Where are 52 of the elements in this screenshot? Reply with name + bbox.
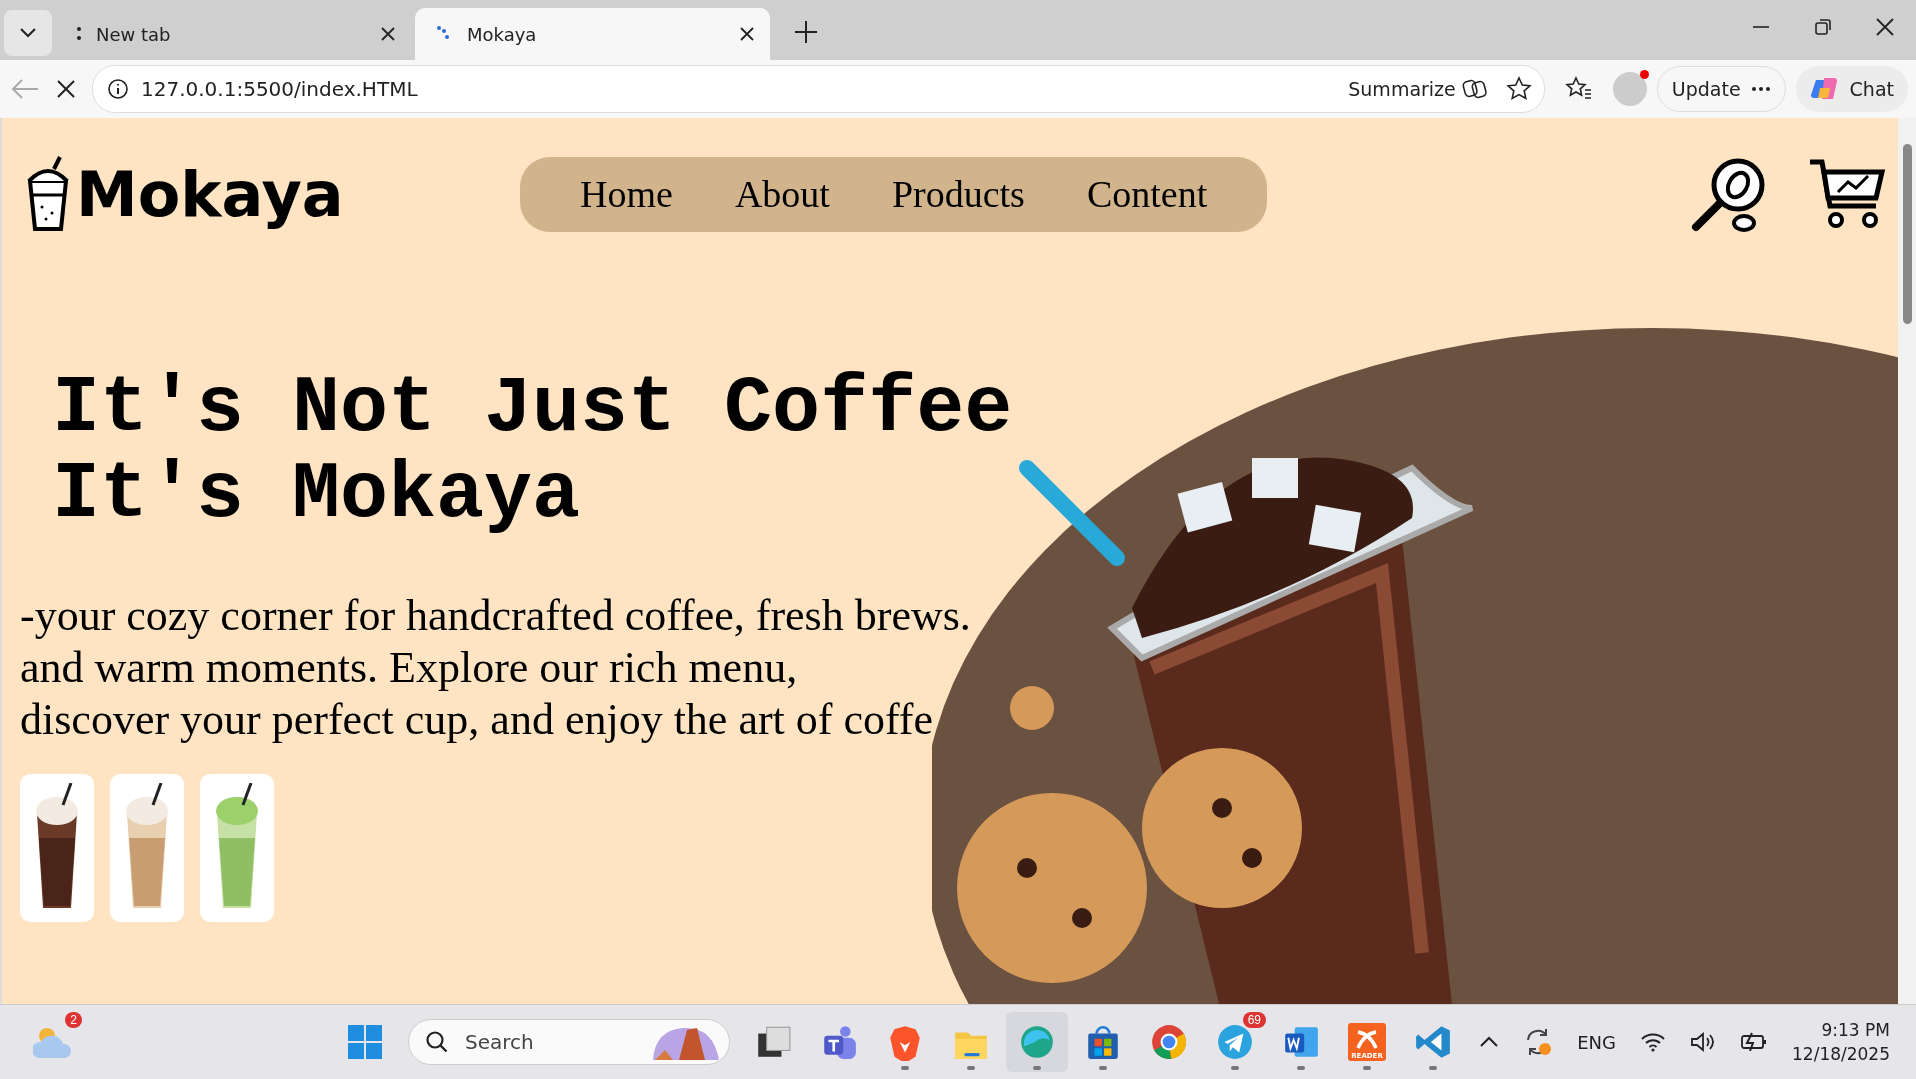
- close-icon[interactable]: [381, 27, 395, 41]
- nav-link[interactable]: Products: [861, 172, 1055, 216]
- profile-avatar[interactable]: [1612, 72, 1647, 106]
- chevron-down-icon: [19, 27, 37, 39]
- nav-link[interactable]: About: [704, 172, 860, 216]
- edge-app-icon: [1018, 1023, 1056, 1061]
- more-horizontal-icon: [1750, 86, 1771, 92]
- feather-icon: [1354, 1030, 1380, 1052]
- chat-button[interactable]: Chat: [1795, 66, 1908, 112]
- close-icon[interactable]: [740, 27, 754, 41]
- new-tab-icon[interactable]: [794, 20, 818, 44]
- notification-count: 69: [1242, 1012, 1266, 1028]
- wifi-icon[interactable]: [1640, 1032, 1666, 1052]
- tab-title: New tab: [96, 23, 172, 45]
- iced-drink-cup-icon: [26, 155, 70, 233]
- summarize-button[interactable]: Summarize: [1342, 76, 1494, 102]
- language-indicator[interactable]: ENG: [1577, 1031, 1616, 1053]
- site-logo-text: Mokaya: [76, 157, 344, 231]
- more-vertical-icon: [76, 25, 82, 43]
- restore-icon[interactable]: [1814, 18, 1832, 36]
- vscode-app-icon: [1414, 1023, 1452, 1061]
- taskbar-search-bar[interactable]: Search: [408, 1019, 730, 1065]
- speaker-icon[interactable]: [1690, 1031, 1716, 1053]
- browser-tab[interactable]: Mokaya: [415, 8, 770, 60]
- address-bar[interactable]: 127.0.0.1:5500/index.HTML Summarize: [92, 65, 1545, 113]
- close-icon[interactable]: [1876, 18, 1894, 36]
- nav-link[interactable]: Home: [550, 172, 703, 216]
- nav-link[interactable]: Content: [1056, 172, 1238, 216]
- url-text: 127.0.0.1:5500/index.HTML: [141, 77, 419, 101]
- search-icon: [425, 1030, 449, 1054]
- hero-description: -your cozy corner for handcrafted coffee, fresh brews. and warm moments. Explore our rich menu, discover your perfect cup, and enjoy the art of coffe: [19, 590, 972, 746]
- browser-tab[interactable]: New tab: [56, 8, 411, 60]
- battery-charging-icon[interactable]: [1740, 1032, 1768, 1052]
- shopping-cart-icon[interactable]: [1808, 158, 1886, 230]
- hero-headline: It's Not Just Coffee It's Mokaya: [51, 362, 1014, 538]
- search-input[interactable]: Search: [463, 1029, 635, 1055]
- tab-title: Mokaya: [467, 23, 538, 45]
- close-icon[interactable]: [56, 79, 76, 99]
- clock[interactable]: 9:13 PM 12/18/2025: [1792, 1018, 1890, 1066]
- windows-logo-icon: [347, 1024, 383, 1060]
- taskbar-app-button[interactable]: 69: [1204, 1012, 1266, 1072]
- chevron-up-icon[interactable]: [1479, 1036, 1500, 1048]
- chrome-app-icon: [1150, 1023, 1188, 1061]
- info-icon: [107, 78, 129, 100]
- update-button[interactable]: Update: [1656, 66, 1786, 112]
- favorites-list-icon[interactable]: [1564, 76, 1593, 102]
- weather-widget[interactable]: 2: [22, 1012, 84, 1072]
- notification-count: 2: [65, 1012, 82, 1028]
- scrollbar-thumb[interactable]: [1903, 144, 1912, 324]
- overlapping-squares-icon: [1461, 77, 1488, 101]
- telegram-app-icon: [1216, 1023, 1254, 1061]
- star-icon[interactable]: [1505, 76, 1532, 102]
